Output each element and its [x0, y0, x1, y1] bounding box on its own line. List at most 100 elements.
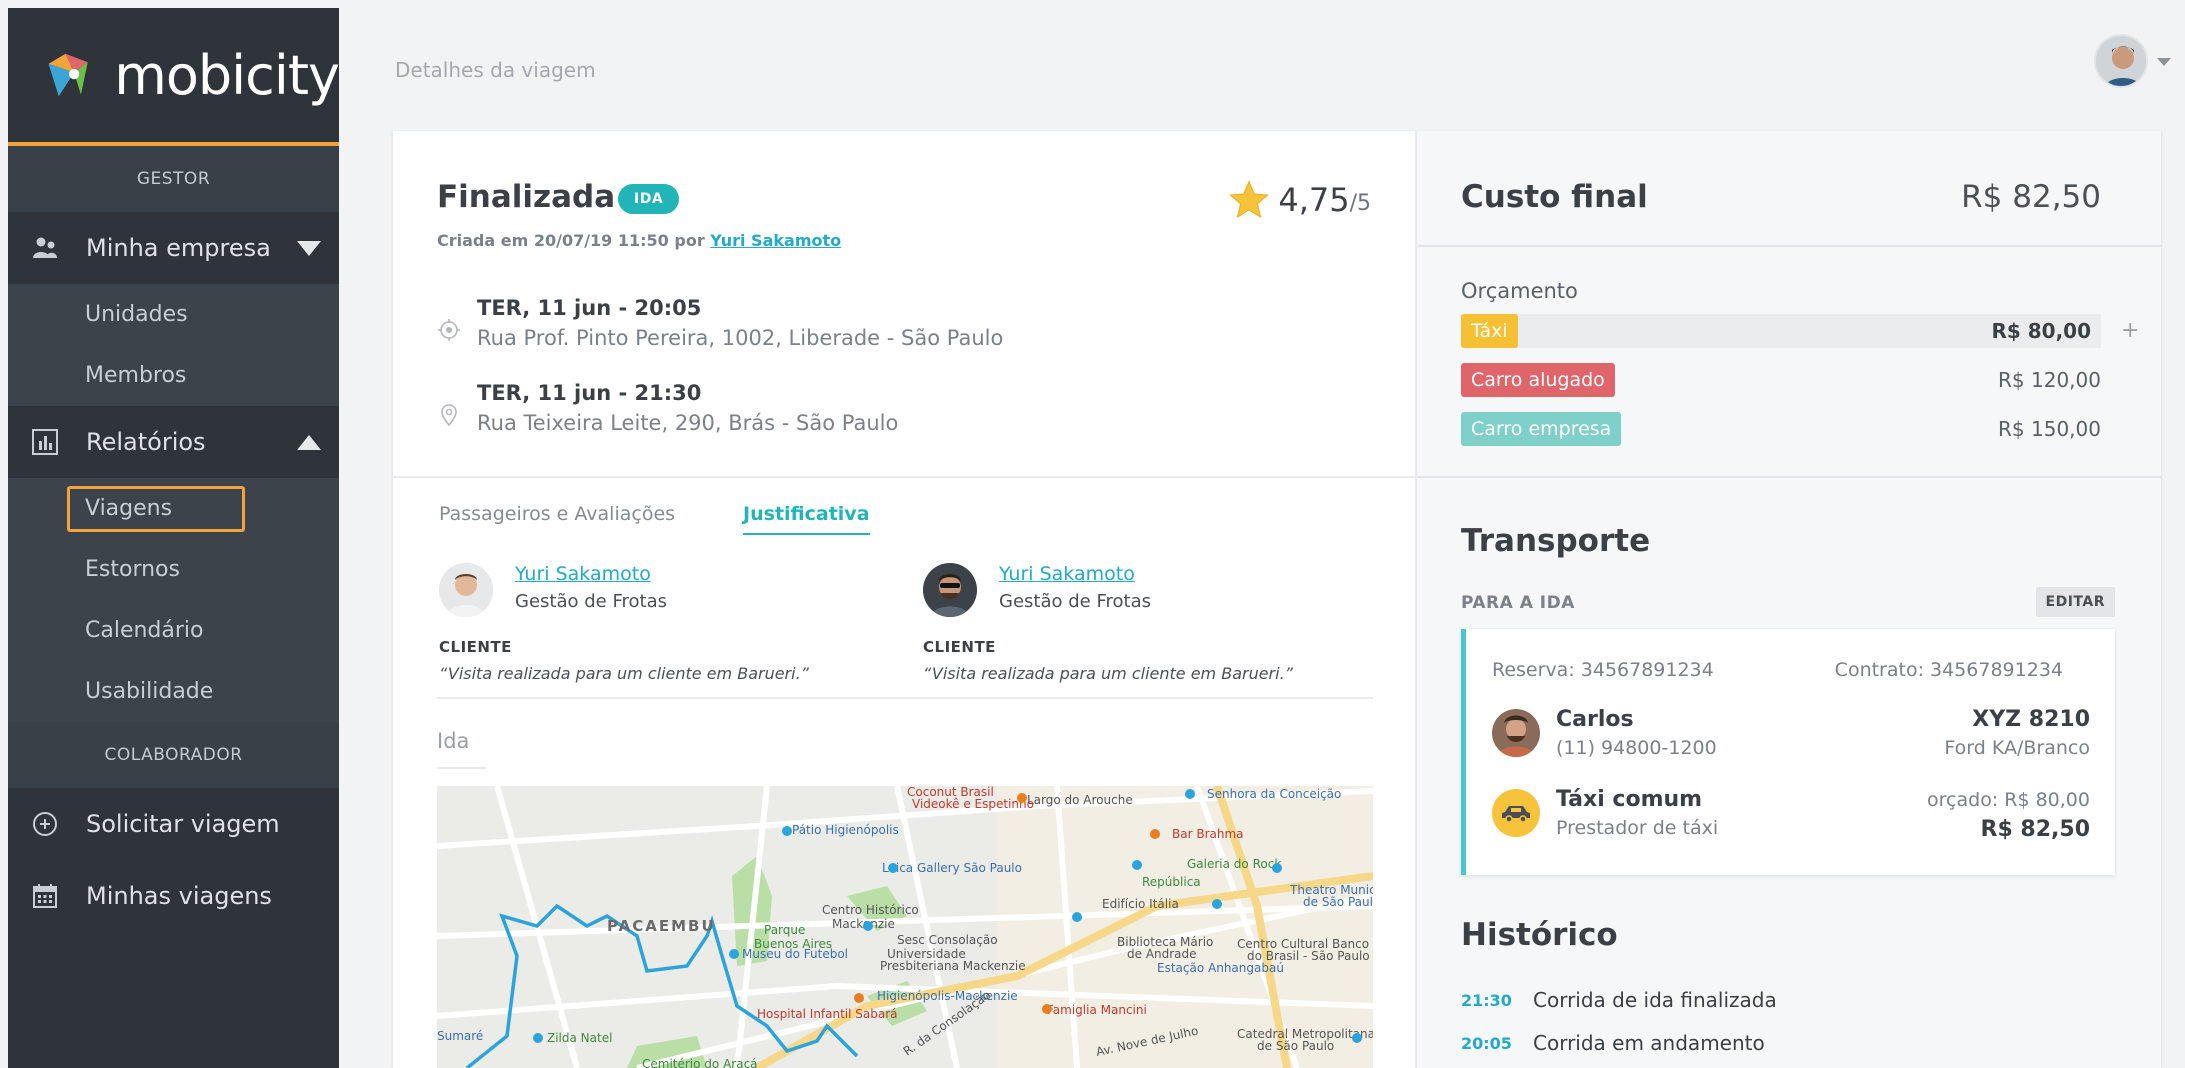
created-by-link[interactable]: Yuri Sakamoto	[710, 231, 841, 250]
budget-tag: Carro alugado	[1461, 363, 1615, 397]
add-budget-button[interactable]: +	[2121, 318, 2139, 343]
svg-text:PACAEMBU: PACAEMBU	[607, 917, 716, 935]
cost-title: Custo final	[1461, 179, 1648, 215]
calendar-icon	[30, 881, 60, 911]
logo-text: mobicity	[114, 43, 340, 107]
budgeted-amount: orçado: R$ 80,00	[1927, 789, 2090, 811]
section-gestor: GESTOR	[8, 146, 339, 212]
budget-row-carro-alugado[interactable]: Carro alugado R$ 120,00	[1461, 363, 2101, 397]
tab-justificativa[interactable]: Justificativa	[743, 503, 870, 535]
chevron-down-icon[interactable]	[297, 240, 321, 256]
history-desc: Corrida em andamento	[1533, 1031, 1765, 1055]
divider	[437, 697, 1373, 699]
budget-label: Orçamento	[1461, 279, 1578, 303]
passenger-2: Yuri Sakamoto Gestão de Frotas	[923, 563, 1151, 617]
empresa-submenu: Unidades Membros	[8, 284, 339, 406]
svg-text:Leica Gallery São Paulo: Leica Gallery São Paulo	[882, 861, 1022, 875]
sidebar-item-label: Membros	[85, 363, 187, 388]
nav-minha-empresa[interactable]: Minha empresa	[8, 212, 339, 284]
destination-time: TER, 11 jun - 21:30	[477, 381, 702, 405]
logo[interactable]: mobicity	[8, 8, 340, 146]
service-row: Táxi comum Prestador de táxi orçado: R$ …	[1492, 787, 2090, 843]
map-canvas: PACAEMBU Pátio Higienópolis Leica Galler…	[437, 786, 1373, 1068]
driver-avatar	[1492, 709, 1540, 757]
trip-destination: TER, 11 jun - 21:30 Rua Teixeira Leite, …	[437, 381, 898, 435]
sidebar-item-label: Estornos	[85, 557, 180, 582]
divider	[1417, 476, 2161, 478]
sidebar-item-viagens[interactable]: Viagens	[8, 478, 339, 539]
nav-solicitar-viagem[interactable]: Solicitar viagem	[8, 788, 339, 860]
user-avatar[interactable]	[2094, 34, 2148, 88]
history-time: 20:05	[1461, 1033, 1512, 1053]
sidebar-item-calendario[interactable]: Calendário	[8, 600, 339, 661]
origin-target-icon	[438, 319, 460, 341]
location-pin-icon	[441, 404, 457, 427]
active-highlight	[67, 486, 245, 532]
taxi-icon	[1492, 789, 1540, 837]
svg-text:Bar Brahma: Bar Brahma	[1172, 827, 1244, 841]
created-info: Criada em 20/07/19 11:50 por Yuri Sakamo…	[437, 231, 841, 250]
svg-text:Hospital Infantil Sabará: Hospital Infantil Sabará	[757, 1007, 898, 1021]
passenger-1: Yuri Sakamoto Gestão de Frotas	[439, 563, 667, 617]
svg-text:de São Paulo: de São Paulo	[1257, 1039, 1334, 1053]
cost-value: R$ 82,50	[1961, 179, 2101, 215]
sidebar-item-label: Calendário	[85, 618, 204, 643]
svg-text:Cemitério do Araçá: Cemitério do Araçá	[642, 1057, 758, 1068]
final-amount: R$ 82,50	[1980, 817, 2091, 842]
svg-text:Museu do Futebol: Museu do Futebol	[742, 947, 848, 961]
star-icon	[1229, 180, 1270, 219]
nav-minhas-viagens[interactable]: Minhas viagens	[8, 860, 339, 932]
passenger-1-justification: CLIENTE “Visita realizada para um client…	[439, 638, 809, 683]
page-title: Detalhes da viagem	[395, 58, 596, 82]
nav-relatorios[interactable]: Relatórios	[8, 406, 339, 478]
trip-tabs: Passageiros e Avaliações Justificativa	[439, 503, 938, 535]
driver-row: Carlos (11) 94800-1200 XYZ 8210 Ford KA/…	[1492, 707, 2090, 763]
sidebar-item-unidades[interactable]: Unidades	[8, 284, 339, 345]
trip-rating: 4,75 /5	[1228, 179, 1371, 221]
transport-card: Reserva: 34567891234 Contrato: 345678912…	[1461, 629, 2115, 875]
nav-label: Relatórios	[86, 428, 206, 456]
contract-number: Contrato: 34567891234	[1834, 659, 2063, 681]
avatar	[439, 563, 493, 617]
svg-text:Largo do Arouche: Largo do Arouche	[1027, 793, 1133, 807]
tab-passageiros[interactable]: Passageiros e Avaliações	[439, 503, 675, 535]
budget-amount: R$ 80,00	[1991, 319, 2091, 343]
svg-text:Estação Anhangabaú: Estação Anhangabaú	[1157, 961, 1284, 975]
passenger-role: Gestão de Frotas	[515, 591, 667, 612]
divider	[1417, 245, 2161, 247]
mobicity-logo-icon	[48, 53, 88, 97]
budget-amount: R$ 120,00	[1998, 368, 2101, 392]
budget-tag: Carro empresa	[1461, 412, 1622, 446]
history-desc: Corrida de ida finalizada	[1533, 988, 1777, 1012]
nav-label: Minha empresa	[86, 234, 271, 262]
chevron-down-icon[interactable]	[2157, 58, 2171, 66]
trip-info: Finalizada IDA 4,75 /5 Criada em 20/07/1…	[393, 131, 1417, 1068]
chevron-up-icon[interactable]	[297, 434, 321, 450]
sidebar-item-estornos[interactable]: Estornos	[8, 539, 339, 600]
svg-text:Videokê e Espetinho: Videokê e Espetinho	[912, 797, 1034, 811]
justification-text: “Visita realizada para um cliente em Bar…	[439, 664, 809, 683]
route-map[interactable]: PACAEMBU Pátio Higienópolis Leica Galler…	[437, 786, 1373, 1068]
budget-row-carro-empresa[interactable]: Carro empresa R$ 150,00	[1461, 412, 2101, 446]
sidebar-item-membros[interactable]: Membros	[8, 345, 339, 406]
svg-text:de Andrade: de Andrade	[1127, 947, 1197, 961]
passenger-role: Gestão de Frotas	[999, 591, 1151, 612]
vehicle-model: Ford KA/Branco	[1944, 737, 2090, 759]
svg-text:Higienópolis-Mackenzie: Higienópolis-Mackenzie	[877, 989, 1018, 1003]
budget-row-taxi[interactable]: Táxi R$ 80,00	[1461, 314, 2101, 348]
edit-button[interactable]: EDITAR	[2035, 587, 2115, 617]
client-label: CLIENTE	[439, 638, 512, 656]
budget-amount: R$ 150,00	[1998, 417, 2101, 441]
passenger-name-link[interactable]: Yuri Sakamoto	[999, 563, 1151, 585]
origin-time: TER, 11 jun - 20:05	[477, 296, 702, 320]
svg-text:Famiglia Mancini: Famiglia Mancini	[1047, 1003, 1147, 1017]
sidebar-item-usabilidade[interactable]: Usabilidade	[8, 661, 339, 722]
service-name: Táxi comum	[1556, 787, 1703, 812]
client-label: CLIENTE	[923, 638, 996, 656]
passenger-name-link[interactable]: Yuri Sakamoto	[515, 563, 667, 585]
divider	[393, 476, 1417, 478]
created-text: Criada em 20/07/19 11:50 por	[437, 231, 705, 250]
sidebar-item-label: Unidades	[85, 302, 188, 327]
history-time: 21:30	[1461, 990, 1512, 1010]
justification-text: “Visita realizada para um cliente em Bar…	[923, 664, 1293, 683]
